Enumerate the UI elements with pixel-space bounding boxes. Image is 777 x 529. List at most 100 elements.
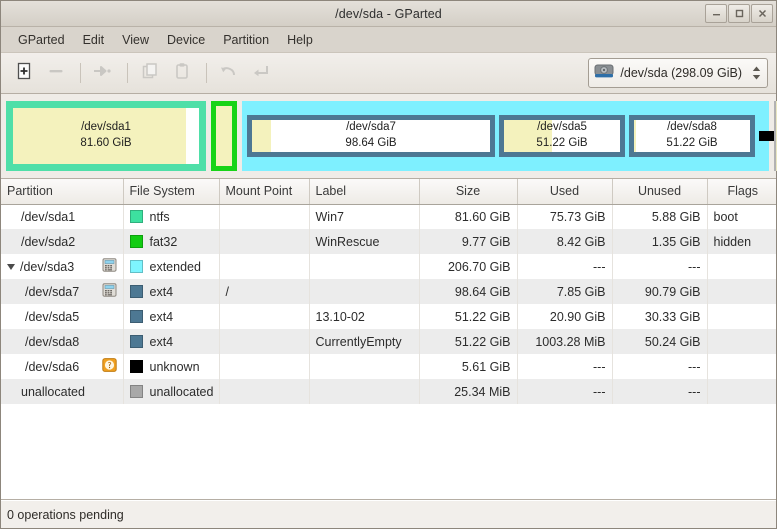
partition-free-fill bbox=[185, 108, 199, 164]
apply-button[interactable] bbox=[246, 59, 276, 87]
menu-help[interactable]: Help bbox=[278, 30, 322, 50]
filesystem-name: fat32 bbox=[149, 234, 178, 249]
cell-filesystem: unallocated bbox=[123, 379, 220, 404]
partition-block-dev-sda7[interactable]: /dev/sda7 98.64 GiB bbox=[247, 115, 495, 157]
copy-button[interactable] bbox=[135, 59, 165, 87]
status-bar: 0 operations pending bbox=[1, 500, 776, 528]
column-header-label[interactable]: Label bbox=[309, 179, 420, 205]
menu-partition[interactable]: Partition bbox=[214, 30, 278, 50]
partition-used-fill bbox=[13, 108, 186, 164]
column-header-mountpoint[interactable]: Mount Point bbox=[219, 179, 310, 205]
partition-table-header: Partition File System Mount Point Label … bbox=[1, 179, 776, 205]
table-row[interactable]: /dev/sda5 ext4 13.10-02 51.22 GiB 20.90 GiB 3… bbox=[1, 304, 776, 329]
table-row[interactable]: /dev/sda6 unknown 5.61 GiB --- --- bbox=[1, 354, 776, 379]
cell-size: 9.77 GiB bbox=[419, 229, 518, 254]
table-row[interactable]: /dev/sda1 ntfs Win7 81.60 GiB 75.73 GiB 5.88 … bbox=[1, 204, 776, 229]
column-header-unused[interactable]: Unused bbox=[612, 179, 708, 205]
maximize-button[interactable] bbox=[728, 4, 750, 23]
filesystem-color-swatch bbox=[129, 260, 143, 273]
cell-size: 81.60 GiB bbox=[419, 204, 518, 229]
cell-mountpoint bbox=[219, 329, 310, 354]
delete-partition-icon bbox=[46, 61, 66, 86]
cell-label bbox=[309, 379, 420, 404]
column-header-size[interactable]: Size bbox=[419, 179, 518, 205]
device-selector-label: /dev/sda (298.09 GiB) bbox=[620, 66, 742, 80]
resize-move-icon bbox=[92, 61, 114, 86]
window-controls bbox=[705, 4, 776, 23]
partition-name: /dev/sda7 bbox=[25, 284, 80, 299]
cell-unused: --- bbox=[612, 254, 708, 279]
device-selector-spinner[interactable] bbox=[747, 66, 764, 80]
partition-graphic-panel: /dev/sda1 81.60 GiB/dev/sda7 98.64 GiB/dev… bbox=[1, 94, 777, 179]
paste-icon bbox=[172, 61, 192, 86]
column-header-filesystem[interactable]: File System bbox=[123, 179, 220, 205]
title-bar: /dev/sda - GParted bbox=[1, 1, 776, 27]
filesystem-name: ext4 bbox=[149, 334, 174, 349]
filesystem-name: unallocated bbox=[149, 384, 214, 399]
partition-name: /dev/sda5 bbox=[25, 309, 80, 324]
filesystem-name: ext4 bbox=[149, 284, 174, 299]
cell-used: --- bbox=[517, 379, 613, 404]
table-row[interactable]: /dev/sda8 ext4 CurrentlyEmpty 51.22 GiB 1003… bbox=[1, 329, 776, 354]
menu-edit[interactable]: Edit bbox=[74, 30, 114, 50]
new-partition-button[interactable] bbox=[9, 59, 39, 87]
table-row[interactable]: /dev/sda2 fat32 WinRescue 9.77 GiB 8.42 GiB 1… bbox=[1, 229, 776, 254]
cell-label: Win7 bbox=[309, 204, 420, 229]
table-row[interactable]: /dev/sda7 ext4 / 98.64 GiB 7.85 GiB 90.79 GiB bbox=[1, 279, 776, 304]
cell-used: 7.85 GiB bbox=[517, 279, 613, 304]
filesystem-name: ext4 bbox=[149, 309, 174, 324]
cell-mountpoint bbox=[219, 379, 310, 404]
partition-graphic[interactable]: /dev/sda1 81.60 GiB/dev/sda7 98.64 GiB/dev… bbox=[6, 101, 777, 171]
resize-move-button[interactable] bbox=[88, 59, 118, 87]
cell-filesystem: fat32 bbox=[123, 229, 220, 254]
extended-partition-block[interactable]: /dev/sda7 98.64 GiB/dev/sda5 51.22 GiB/dev… bbox=[242, 101, 776, 171]
filesystem-color-swatch bbox=[129, 310, 143, 323]
cell-partition: /dev/sda5 bbox=[1, 304, 124, 329]
partition-free-fill bbox=[551, 120, 620, 152]
filesystem-color-swatch bbox=[129, 385, 143, 398]
toolbar-separator-2 bbox=[127, 63, 128, 83]
partition-fill bbox=[634, 120, 750, 152]
partition-fill bbox=[504, 120, 620, 152]
partition-free-fill bbox=[271, 120, 490, 152]
gparted-window: /dev/sda - GParted GParted Edit View Dev… bbox=[0, 0, 777, 529]
cell-used: 8.42 GiB bbox=[517, 229, 613, 254]
cell-unused: --- bbox=[612, 379, 708, 404]
partition-fill bbox=[216, 106, 232, 166]
cell-mountpoint bbox=[219, 254, 310, 279]
device-icon bbox=[102, 258, 116, 272]
menu-device[interactable]: Device bbox=[158, 30, 214, 50]
menu-gparted[interactable]: GParted bbox=[9, 30, 74, 50]
filesystem-color-swatch bbox=[129, 360, 143, 373]
menu-view[interactable]: View bbox=[113, 30, 158, 50]
cell-size: 98.64 GiB bbox=[419, 279, 518, 304]
partition-block-dev-sda2[interactable] bbox=[211, 101, 237, 171]
partition-table: Partition File System Mount Point Label … bbox=[1, 179, 776, 404]
close-button[interactable] bbox=[751, 4, 773, 23]
undo-button[interactable] bbox=[214, 59, 244, 87]
filesystem-color-swatch bbox=[129, 285, 143, 298]
column-header-used[interactable]: Used bbox=[517, 179, 613, 205]
cell-partition: /dev/sda7 bbox=[1, 279, 124, 304]
partition-block-dev-sda5[interactable]: /dev/sda5 51.22 GiB bbox=[499, 115, 625, 157]
filesystem-color-swatch bbox=[129, 235, 143, 248]
window-title: /dev/sda - GParted bbox=[335, 6, 442, 21]
cell-unused: --- bbox=[612, 354, 708, 379]
cell-partition: unallocated bbox=[1, 379, 124, 404]
cell-mountpoint bbox=[219, 229, 310, 254]
device-selector[interactable]: /dev/sda (298.09 GiB) bbox=[588, 58, 768, 88]
partition-block-dev-sda1[interactable]: /dev/sda1 81.60 GiB bbox=[6, 101, 206, 171]
column-header-partition[interactable]: Partition bbox=[1, 179, 124, 205]
expander-triangle-icon[interactable] bbox=[7, 263, 15, 270]
table-row[interactable]: unallocated unallocated 25.34 MiB --- --- bbox=[1, 379, 776, 404]
cell-used: 1003.28 MiB bbox=[517, 329, 613, 354]
cell-flags bbox=[707, 254, 776, 279]
minimize-button[interactable] bbox=[705, 4, 727, 23]
delete-partition-button[interactable] bbox=[41, 59, 71, 87]
cell-label bbox=[309, 354, 420, 379]
toolbar: /dev/sda (298.09 GiB) bbox=[1, 53, 776, 94]
column-header-flags[interactable]: Flags bbox=[707, 179, 776, 205]
partition-block-dev-sda8[interactable]: /dev/sda8 51.22 GiB bbox=[629, 115, 755, 157]
table-row[interactable]: /dev/sda3 extended 206.70 GiB --- --- bbox=[1, 254, 776, 279]
paste-button[interactable] bbox=[167, 59, 197, 87]
